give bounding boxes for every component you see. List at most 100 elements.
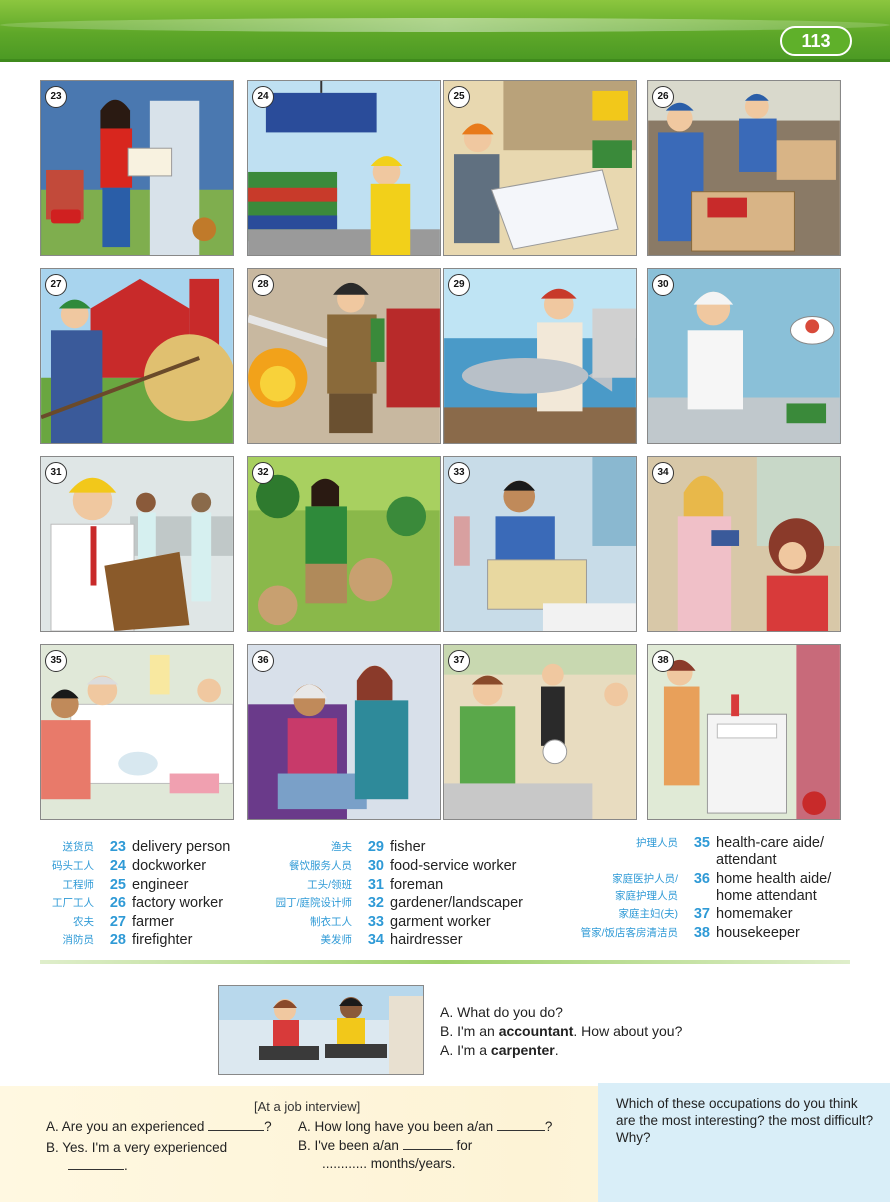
legend-term: home health aide/ — [716, 871, 832, 887]
legend-term: firefighter — [132, 932, 193, 948]
picture-number: 32 — [252, 462, 274, 484]
conversation-line-a1: A. What do you do? — [440, 1004, 563, 1020]
blank — [496, 1119, 545, 1131]
legend-zh: 渔夫 — [331, 841, 352, 853]
text: A. How long have you been a/an — [298, 1119, 494, 1134]
picture-number: 37 — [448, 650, 470, 672]
legend-zh: 消防员 — [62, 934, 95, 946]
picture-hairdresser: 34 — [647, 456, 841, 632]
picture-dockworker: 24 — [247, 80, 441, 256]
picture-food-service-worker: 30 — [647, 268, 841, 444]
legend-zh: 码头工人 — [52, 860, 94, 872]
picture-number: 28 — [252, 274, 274, 296]
picture-number: 38 — [652, 650, 674, 672]
legend-number: 24 — [109, 858, 126, 874]
legend-term: factory worker — [132, 895, 224, 911]
legend-zh: 家庭护理人员 — [615, 890, 678, 902]
legend-number: 29 — [367, 839, 384, 855]
interview-a2: A. How long have you been a/an ? — [298, 1119, 552, 1134]
legend-term: farmer — [132, 914, 174, 930]
legend-term: gardener/landscaper — [390, 895, 524, 911]
legend-number: 26 — [109, 895, 126, 911]
text: . — [554, 1042, 559, 1058]
legend-number: 32 — [367, 895, 384, 911]
picture-number: 24 — [252, 86, 274, 108]
legend-zh: 餐饮服务人员 — [289, 860, 352, 872]
page-number: 113 — [780, 26, 852, 56]
picture-number: 36 — [252, 650, 274, 672]
hairdresser-illustration — [648, 457, 840, 631]
legend-term: delivery person — [132, 839, 231, 855]
picture-number: 33 — [448, 462, 470, 484]
home-health-aide-illustration — [248, 645, 440, 819]
interview-b2: B. I've been a/an for — [298, 1138, 472, 1153]
interview-b1-blank: . — [68, 1158, 128, 1173]
legend-term: fisher — [390, 839, 426, 855]
picture-number: 31 — [45, 462, 67, 484]
picture-engineer: 25 — [443, 80, 637, 256]
legend-term: food-service worker — [390, 858, 517, 874]
text: for — [456, 1138, 473, 1153]
blank — [402, 1138, 453, 1150]
legend-number: 28 — [109, 932, 126, 948]
text: . How about you? — [573, 1023, 683, 1039]
legend-zh: 农夫 — [73, 916, 94, 928]
legend-zh: 美发师 — [320, 934, 353, 946]
picture-number: 30 — [652, 274, 674, 296]
legend-term-continued: home attendant — [716, 888, 817, 904]
text: B. I'm an — [440, 1023, 499, 1039]
legend-number: 37 — [693, 906, 710, 922]
occupation-example: carpenter — [490, 1042, 555, 1058]
food-service-worker-illustration — [648, 269, 840, 443]
conversation-line-b: B. I'm an accountant. How about you? — [440, 1022, 682, 1041]
legend-term: dockworker — [132, 858, 207, 874]
legend-zh: 管家/饭店客房清洁员 — [580, 927, 678, 939]
housekeeper-illustration — [648, 645, 840, 819]
interview-b1: B. Yes. I'm a very experienced — [46, 1140, 227, 1155]
legend-number: 33 — [367, 914, 384, 930]
gardener-illustration — [248, 457, 440, 631]
legend-number: 23 — [109, 839, 126, 855]
factory-worker-illustration — [648, 81, 840, 255]
conversation-line-a2: A. I'm a carpenter. — [440, 1041, 682, 1060]
legend-zh: 工头/领班 — [307, 879, 352, 891]
picture-number: 23 — [45, 86, 67, 108]
legend-term: housekeeper — [716, 925, 800, 941]
legend-term: garment worker — [390, 914, 491, 930]
interview-heading: [At a job interview] — [254, 1099, 361, 1114]
interview-a1: A. Are you an experienced ? — [46, 1119, 272, 1134]
picture-number: 26 — [652, 86, 674, 108]
legend-zh: 工厂工人 — [52, 897, 94, 909]
picture-delivery-person: 23 — [40, 80, 234, 256]
legend-number: 30 — [367, 858, 384, 874]
legend-number: 34 — [367, 932, 384, 948]
gym-scene-illustration — [219, 986, 423, 1074]
legend-zh: 制衣工人 — [310, 916, 352, 928]
picture-garment-worker: 33 — [443, 456, 637, 632]
homemaker-illustration — [444, 645, 636, 819]
legend-number: 35 — [693, 835, 710, 851]
legend-term-continued: attendant — [716, 852, 777, 868]
legend-term: homemaker — [716, 906, 793, 922]
legend-zh: 护理人员 — [636, 837, 678, 849]
text: A. I'm a — [440, 1042, 491, 1058]
section-divider — [40, 960, 850, 964]
text: ? — [264, 1119, 272, 1134]
delivery-person-illustration — [41, 81, 233, 255]
text: B. I've been a/an — [298, 1138, 399, 1153]
picture-housekeeper: 38 — [647, 644, 841, 820]
discussion-question: Which of these occupations do you think … — [598, 1083, 890, 1202]
picture-foreman: 31 — [40, 456, 234, 632]
picture-number: 35 — [45, 650, 67, 672]
legend-term: engineer — [132, 877, 189, 893]
text: . — [124, 1158, 128, 1173]
text: ? — [544, 1119, 553, 1134]
legend-number: 36 — [693, 871, 710, 887]
legend-number: 27 — [109, 914, 126, 930]
picture-gardener: 32 — [247, 456, 441, 632]
legend-zh: 家庭医护人员/ — [612, 873, 678, 885]
firefighter-illustration — [248, 269, 440, 443]
text: B. Yes. I'm a very experienced — [46, 1140, 228, 1155]
garment-worker-illustration — [444, 457, 636, 631]
picture-home-health-aide: 36 — [247, 644, 441, 820]
